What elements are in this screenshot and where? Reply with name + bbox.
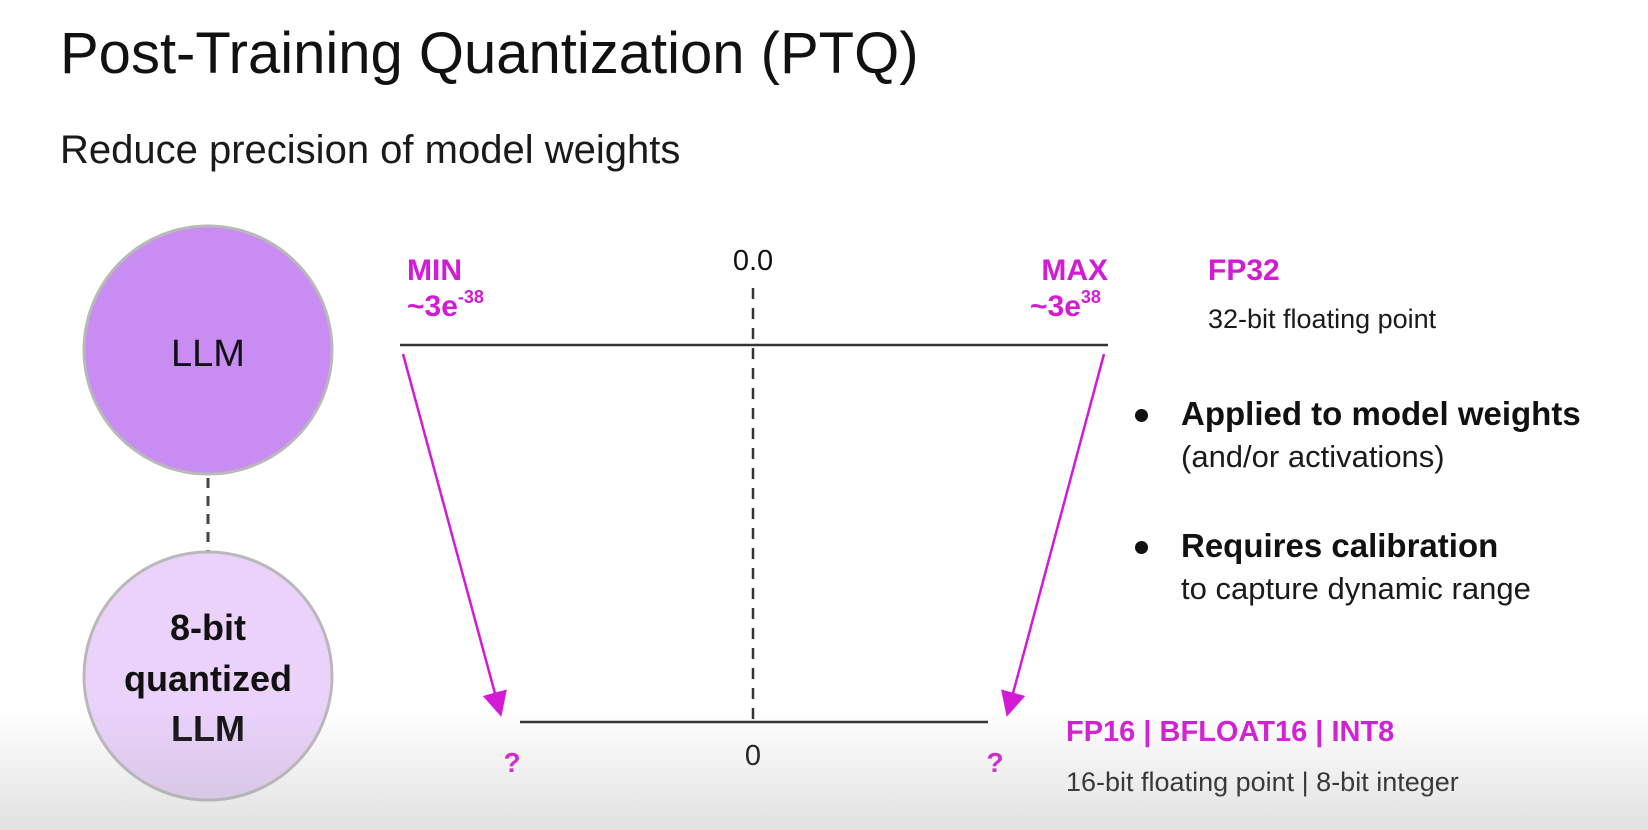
- min-value: ~3e-38: [407, 287, 484, 323]
- quantized-min-unknown: ?: [503, 747, 520, 778]
- bottom-zero-label: 0: [745, 740, 761, 772]
- bullet-dot-icon: [1135, 541, 1148, 554]
- bullet-heading: Requires calibration: [1181, 527, 1499, 564]
- min-value-exponent: -38: [458, 287, 484, 307]
- quantized-llm-label-line-3: LLM: [171, 708, 245, 749]
- quantized-format-name: FP16 | BFLOAT16 | INT8: [1066, 716, 1394, 748]
- max-value-exponent: 38: [1081, 287, 1101, 307]
- bullet-dot-icon: [1135, 409, 1148, 422]
- bullet-heading: Applied to model weights: [1181, 395, 1581, 432]
- quantized-llm-label-line-1: 8-bit: [170, 607, 246, 648]
- quantized-llm-label-line-2: quantized: [124, 658, 292, 699]
- min-label: MIN: [407, 254, 462, 287]
- bullet-subtext: to capture dynamic range: [1181, 571, 1531, 606]
- fp32-format-desc: 32-bit floating point: [1208, 304, 1437, 334]
- max-value: ~3e38: [1030, 287, 1101, 323]
- min-mapping-arrow: [401, 353, 507, 717]
- slide: Post-Training Quantization (PTQ) Reduce …: [0, 0, 1648, 830]
- fp32-format-name: FP32: [1208, 254, 1280, 287]
- max-mapping-arrow: [1001, 353, 1106, 717]
- top-zero-label: 0.0: [733, 245, 773, 277]
- max-label: MAX: [1041, 254, 1108, 287]
- llm-circle-label: LLM: [171, 333, 245, 375]
- bullet-item-applied-to-weights: Applied to model weights (and/or activat…: [1135, 393, 1635, 479]
- bullet-item-requires-calibration: Requires calibration to capture dynamic …: [1135, 525, 1635, 611]
- quantized-max-unknown: ?: [986, 747, 1003, 778]
- bullet-list: Applied to model weights (and/or activat…: [1135, 393, 1635, 657]
- bullet-subtext: (and/or activations): [1181, 439, 1445, 474]
- min-value-base: ~3e: [407, 290, 458, 323]
- quantized-format-desc: 16-bit floating point | 8-bit integer: [1066, 767, 1459, 797]
- max-value-base: ~3e: [1030, 290, 1081, 323]
